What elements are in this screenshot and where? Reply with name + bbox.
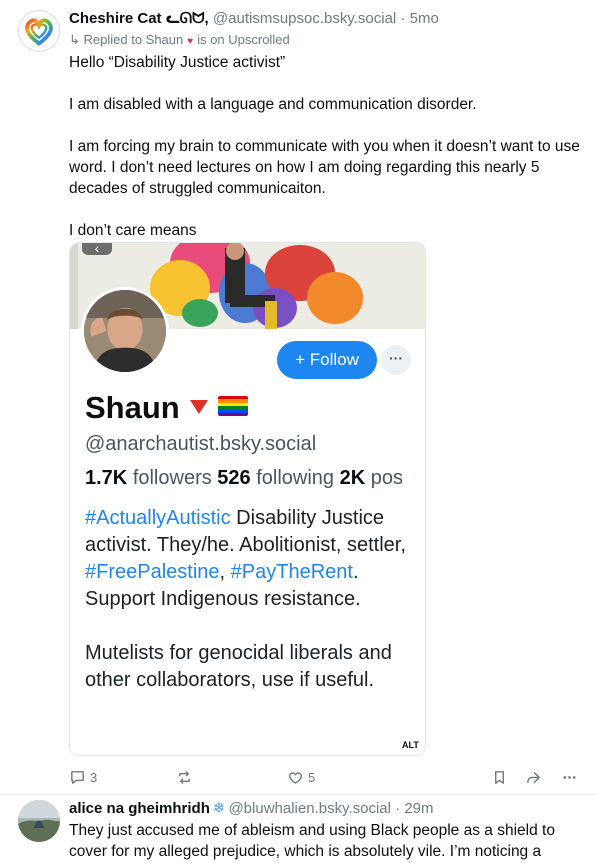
bookmark-icon [495, 770, 504, 784]
post-time[interactable]: 5mo [410, 10, 439, 27]
author-name[interactable]: alice na gheimhridh [69, 800, 210, 817]
like-count: 5 [308, 769, 316, 785]
profile-bio: #ActuallyAutistic Disability Justice act… [85, 505, 415, 694]
post-paragraph: I am disabled with a language and commun… [69, 96, 477, 113]
more-actions-button[interactable] [561, 766, 578, 788]
profile-name: Shaun [85, 389, 248, 427]
author-name[interactable]: Cheshire Cat ᓚᘏᗢ, [69, 10, 209, 27]
reply-count: 3 [90, 769, 98, 785]
followers-count: 1.7K [85, 467, 128, 489]
post-paragraph: I am forcing my brain to communicate wit… [69, 138, 580, 197]
post-text: They just accused me of ableism and usin… [69, 822, 555, 860]
heart-icon: ♥ [187, 36, 194, 47]
post-paragraph: Hello “Disability Justice activist” [69, 54, 286, 71]
profile-name-text: Shaun [85, 390, 180, 425]
post-time[interactable]: 29m [404, 800, 433, 817]
post-header: Cheshire Cat ᓚᘏᗢ, @autismsupsoc.bsky.soc… [69, 9, 589, 28]
following-label: following [256, 467, 335, 489]
hashtag: #PayTheRent [230, 561, 353, 583]
author-handle[interactable]: @autismsupsoc.bsky.social [213, 10, 396, 27]
bio-paragraph: Mutelists for genocidal liberals and oth… [85, 642, 392, 691]
ellipsis-icon [563, 775, 576, 779]
back-arrow-icon: ‹ [82, 243, 112, 256]
profile-handle: @anarchautist.bsky.social [85, 433, 317, 455]
red-triangle-icon [189, 400, 208, 414]
like-button[interactable]: 5 [287, 766, 315, 788]
embedded-profile-screenshot[interactable]: ‹ + Follow ··· Shaun @anarchautist.bsky.… [69, 242, 426, 756]
reply-context[interactable]: ↳ Replied to Shaun ♥ is on Upscrolled [69, 31, 290, 50]
following-count: 526 [217, 467, 251, 489]
repost-button[interactable] [176, 766, 193, 788]
post-actions: 3 5 [69, 766, 589, 788]
repost-icon [179, 770, 190, 784]
snowflake-icon: ❄ [212, 800, 226, 817]
alt-text-badge[interactable]: ALT [402, 740, 419, 750]
author-avatar[interactable] [18, 800, 60, 842]
share-button[interactable] [525, 766, 542, 788]
hashtag: #FreePalestine [85, 561, 220, 583]
followers-label: followers [132, 467, 212, 489]
bio-text: , [219, 561, 231, 583]
post-header: alice na gheimhridh ❄ @bluwhalien.bsky.soc… [69, 799, 589, 818]
bookmark-button[interactable] [491, 766, 508, 788]
header-separator: · [396, 10, 410, 27]
header-separator: · [390, 800, 405, 817]
posts-label: pos [370, 467, 404, 489]
hashtag: #ActuallyAutistic [85, 507, 231, 529]
reply-icon [71, 770, 84, 784]
rainbow-flag-icon [217, 396, 248, 416]
follow-button: + Follow [277, 341, 377, 379]
post-paragraph: I don’t care means [69, 222, 197, 239]
post-divider [0, 794, 597, 795]
reply-prefix: ↳ Replied to Shaun [69, 32, 184, 47]
author-handle[interactable]: @bluwhalien.bsky.social [228, 800, 391, 817]
posts-count: 2K [339, 467, 366, 489]
share-icon [527, 771, 540, 783]
bio-paragraph: #ActuallyAutistic Disability Justice act… [85, 505, 415, 613]
heart-outline-icon [289, 771, 302, 784]
reply-button[interactable]: 3 [69, 766, 97, 788]
reply-suffix: is on Upscrolled [197, 32, 290, 47]
more-options-icon: ··· [381, 345, 411, 375]
profile-avatar [81, 287, 169, 375]
post-text: Hello “Disability Justice activist” I am… [69, 52, 589, 241]
author-avatar[interactable] [18, 10, 60, 52]
profile-stats: 1.7K followers 526 following 2K pos [85, 467, 403, 490]
